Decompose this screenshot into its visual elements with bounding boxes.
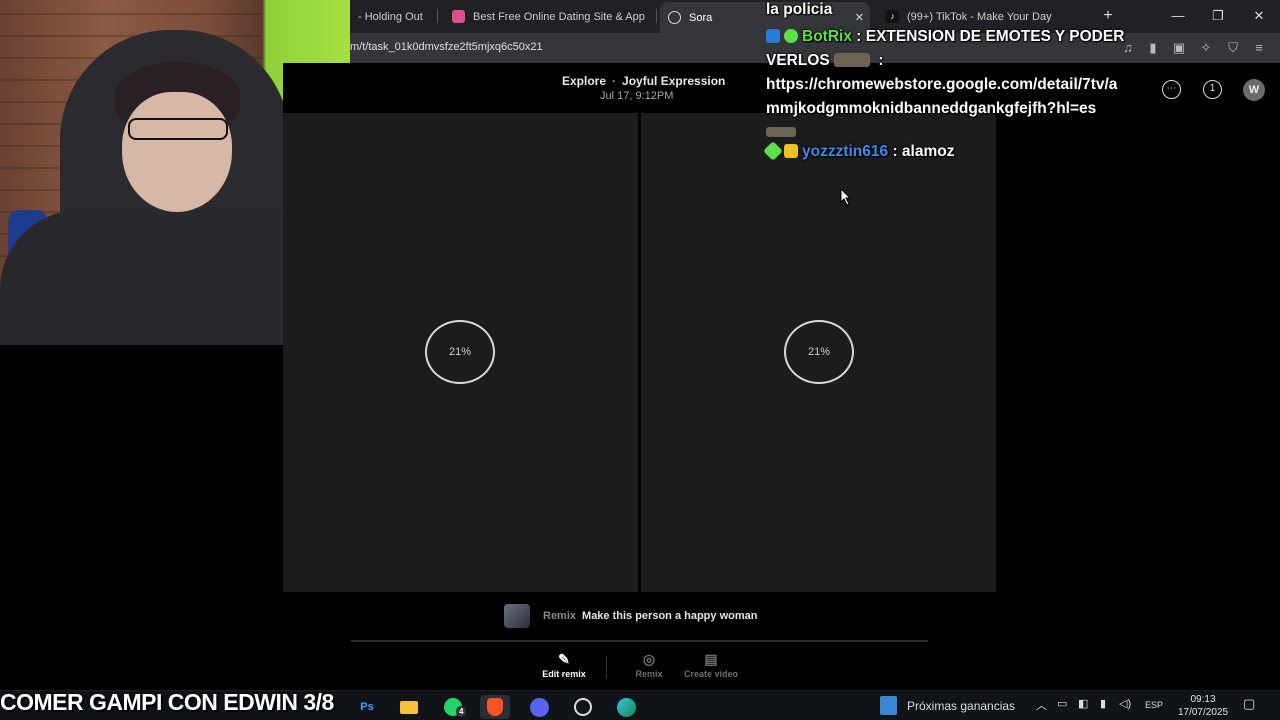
breadcrumb-dot: · bbox=[612, 74, 617, 88]
task-date: Jul 17, 9:12PM bbox=[600, 90, 674, 102]
breadcrumb-title: Joyful Expression bbox=[622, 74, 726, 88]
more-options-icon[interactable]: ⋯ bbox=[1162, 80, 1181, 99]
video-panel-left[interactable]: 21% bbox=[283, 113, 638, 592]
chat-message-cont: VERLOS : bbox=[766, 49, 884, 73]
crown-badge-icon bbox=[784, 144, 798, 158]
tab-label: (99+) TikTok - Make Your Day bbox=[907, 10, 1052, 23]
sora-icon bbox=[668, 11, 681, 24]
tab-dating-site[interactable]: Best Free Online Dating Site & App bbox=[444, 4, 654, 29]
chat-line: la policia bbox=[766, 1, 833, 18]
tab-label: - Holding Out bbox=[358, 10, 423, 23]
obs-icon[interactable] bbox=[568, 695, 598, 719]
discord-icon[interactable] bbox=[524, 695, 554, 719]
chat-link[interactable]: mmjkodgmmoknidbanneddgankgfejfh?hl=es bbox=[766, 97, 1096, 121]
close-window-button[interactable]: ✕ bbox=[1249, 6, 1269, 26]
source-thumbnail[interactable] bbox=[504, 604, 530, 628]
clock-time: 09:13 bbox=[1190, 694, 1216, 705]
stream-title-overlay: COMER GAMPI CON EDWIN 3/8 bbox=[0, 689, 334, 715]
streamer-glasses bbox=[128, 118, 228, 140]
clock-date: 17/07/2025 bbox=[1177, 707, 1229, 718]
notification-center-icon[interactable]: ▢ bbox=[1243, 696, 1255, 712]
menu-icon[interactable]: ≡ bbox=[1251, 40, 1267, 56]
sidebar-icon[interactable]: ▮ bbox=[1145, 40, 1161, 56]
action-label: Remix bbox=[635, 669, 663, 679]
remix-icon: ◎ bbox=[642, 651, 656, 667]
plus-badge-icon bbox=[763, 141, 783, 161]
photoshop-icon[interactable]: Ps bbox=[352, 695, 382, 719]
prompt-row: Remix Make this person a happy woman bbox=[504, 604, 757, 628]
breadcrumb-explore[interactable]: Explore bbox=[562, 74, 606, 88]
chat-message-user: yozzztin616 : alamoz bbox=[763, 140, 955, 164]
emote-icon bbox=[834, 53, 871, 67]
dating-site-icon bbox=[452, 10, 465, 23]
ai-sparkle-icon[interactable]: ✧ bbox=[1198, 40, 1214, 56]
widget-icon[interactable] bbox=[880, 696, 897, 718]
chat-username: yozzztin616 bbox=[802, 143, 889, 160]
file-explorer-icon[interactable] bbox=[394, 695, 424, 719]
verified-badge-icon bbox=[784, 29, 798, 43]
whatsapp-icon[interactable]: 4 bbox=[438, 695, 468, 719]
tab-holding-out[interactable]: - Holding Out bbox=[350, 4, 438, 29]
action-separator bbox=[606, 656, 607, 678]
prompt-text: Make this person a happy woman bbox=[582, 610, 758, 622]
restore-button[interactable]: ❐ bbox=[1208, 6, 1228, 26]
video-panel-right[interactable]: 21% bbox=[641, 113, 996, 592]
chat-text: : EXTENSION DE EMOTES Y PODER bbox=[856, 28, 1125, 45]
edge-icon[interactable] bbox=[611, 695, 641, 719]
create-video-button[interactable]: ▤ Create video bbox=[676, 651, 746, 679]
minimize-button[interactable]: — bbox=[1168, 6, 1188, 26]
language-indicator[interactable]: ESP bbox=[1145, 700, 1163, 710]
pencil-icon: ✎ bbox=[558, 651, 570, 667]
avatar[interactable]: W bbox=[1243, 79, 1265, 101]
whatsapp-badge: 4 bbox=[456, 706, 467, 717]
tab-label: Sora bbox=[689, 11, 713, 24]
breadcrumb: Explore · Joyful Expression bbox=[562, 74, 725, 88]
edit-remix-button[interactable]: ✎ Edit remix bbox=[529, 651, 599, 679]
action-label: Create video bbox=[683, 669, 739, 679]
url-field[interactable]: m/t/task_01k0dmvsfze2ft5mjxq6c50x21 bbox=[350, 41, 543, 53]
emote-icon bbox=[766, 127, 796, 137]
weather-widget-label[interactable]: Próximas ganancias bbox=[907, 699, 1015, 713]
streamer-face bbox=[122, 92, 232, 212]
close-tab-icon[interactable]: ✕ bbox=[855, 11, 864, 24]
volume-icon[interactable]: ◁) bbox=[1119, 697, 1131, 710]
camera-icon[interactable]: ◧ bbox=[1078, 697, 1088, 710]
notifications-count[interactable]: 1 bbox=[1203, 80, 1222, 99]
divider bbox=[351, 640, 928, 642]
remix-label: Remix bbox=[543, 610, 577, 622]
remix-button[interactable]: ◎ Remix bbox=[614, 651, 684, 679]
brave-icon[interactable] bbox=[480, 695, 510, 719]
chevron-up-icon[interactable]: ︿ bbox=[1036, 697, 1047, 713]
tiktok-icon: ♪ bbox=[886, 10, 899, 23]
tab-label: Best Free Online Dating Site & App bbox=[473, 10, 645, 23]
shield-icon[interactable]: ⛉ bbox=[1225, 40, 1241, 56]
chat-text: VERLOS bbox=[766, 52, 830, 69]
chat-link[interactable]: https://chromewebstore.google.com/detail… bbox=[766, 73, 1117, 97]
moderator-badge-icon bbox=[766, 29, 780, 43]
chat-message-bot: BotRix : EXTENSION DE EMOTES Y PODER bbox=[766, 25, 1124, 49]
film-icon: ▤ bbox=[704, 651, 718, 667]
progress-ring: 21% bbox=[425, 320, 495, 384]
action-label: Edit remix bbox=[542, 669, 586, 679]
microphone-icon[interactable]: ▮ bbox=[1100, 697, 1106, 710]
chat-text: : alamoz bbox=[892, 143, 955, 160]
new-tab-button[interactable]: + bbox=[1098, 6, 1118, 26]
progress-ring: 21% bbox=[784, 320, 854, 384]
chat-username: BotRix bbox=[802, 28, 852, 45]
tab-separator bbox=[656, 9, 657, 23]
wallet-icon[interactable]: ▣ bbox=[1171, 40, 1187, 56]
mouse-cursor-icon bbox=[840, 188, 852, 206]
taskbar-clock[interactable]: 09:13 17/07/2025 bbox=[1170, 693, 1236, 719]
chat-text: : bbox=[878, 52, 884, 69]
network-icon[interactable]: ▭ bbox=[1057, 697, 1067, 710]
tab-separator bbox=[437, 9, 438, 23]
